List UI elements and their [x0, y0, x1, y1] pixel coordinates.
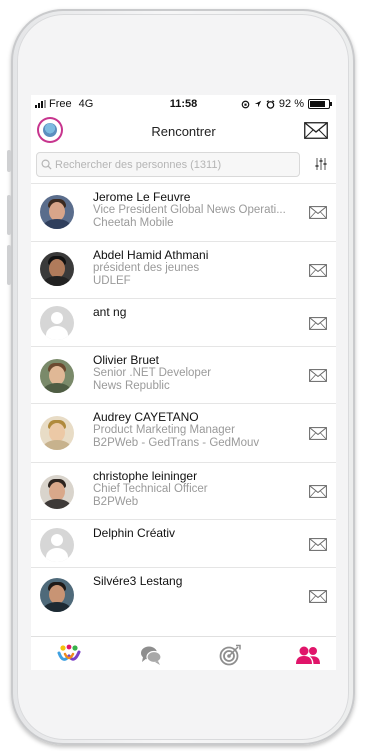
person-text: Delphin Créativ — [93, 527, 303, 540]
filter-sliders-icon[interactable] — [314, 157, 328, 171]
person-name: Olivier Bruet — [93, 354, 160, 367]
person-company: News Republic — [93, 380, 170, 392]
avatar — [40, 195, 74, 229]
person-text: christophe leininger Chief Technical Off… — [93, 470, 303, 509]
list-item[interactable]: Olivier Bruet Senior .NET Developer News… — [31, 346, 336, 403]
person-name: Delphin Créativ — [93, 527, 176, 540]
battery-icon — [308, 99, 332, 109]
app-screen: Free 4G 11:58 92 % Rencontrer Rechercher… — [31, 95, 336, 670]
nav-bar: Rencontrer — [31, 113, 336, 149]
search-icon — [41, 159, 52, 170]
list-item[interactable]: christophe leininger Chief Technical Off… — [31, 462, 336, 519]
person-name: ant ng — [93, 306, 127, 319]
mute-switch — [7, 150, 11, 172]
person-name: Audrey CAYETANO — [93, 411, 199, 424]
person-name: Silvére3 Lestang — [93, 575, 183, 588]
contacts-icon[interactable] — [294, 644, 322, 666]
mail-icon[interactable] — [309, 485, 327, 498]
list-item[interactable]: Silvére3 Lestang — [31, 567, 336, 628]
list-fade — [31, 621, 336, 636]
person-name: Jerome Le Feuvre — [93, 191, 191, 204]
person-company: Cheetah Mobile — [93, 217, 174, 229]
people-logo-icon[interactable] — [57, 644, 81, 666]
location-arrow-icon — [254, 100, 262, 108]
list-item[interactable]: Abdel Hamid Athmani président des jeunes… — [31, 241, 336, 298]
person-company: B2PWeb — [93, 496, 139, 508]
person-title: Product Marketing Manager — [93, 424, 235, 436]
avatar — [40, 528, 74, 562]
person-title: Vice President Global News Operati... — [93, 204, 286, 216]
mail-icon[interactable] — [309, 317, 327, 330]
person-text: ant ng — [93, 306, 303, 319]
rotation-lock-icon — [241, 100, 250, 108]
battery-percent: 92 % — [278, 98, 304, 110]
search-row: Rechercher des personnes (1311) — [31, 151, 336, 181]
mail-icon[interactable] — [309, 427, 327, 440]
person-title: président des jeunes — [93, 262, 200, 274]
person-text: Olivier Bruet Senior .NET Developer News… — [93, 354, 303, 393]
person-company: B2PWeb - GedTrans - GedMouv — [93, 437, 260, 449]
search-placeholder: Rechercher des personnes (1311) — [55, 158, 222, 171]
avatar — [40, 578, 74, 612]
page-title: Rencontrer — [151, 124, 216, 139]
people-list: Jerome Le Feuvre Vice President Global N… — [31, 183, 336, 628]
volume-up-button — [7, 195, 11, 235]
list-item[interactable]: ant ng — [31, 298, 336, 346]
messages-icon[interactable] — [304, 122, 328, 139]
mail-icon[interactable] — [309, 264, 327, 277]
mail-icon[interactable] — [309, 590, 327, 603]
status-bar: Free 4G 11:58 92 % — [31, 95, 336, 113]
search-input[interactable]: Rechercher des personnes (1311) — [36, 152, 300, 177]
avatar — [40, 416, 74, 450]
target-icon[interactable] — [218, 644, 242, 666]
list-item[interactable]: Audrey CAYETANO Product Marketing Manage… — [31, 403, 336, 462]
person-text: Audrey CAYETANO Product Marketing Manage… — [93, 411, 303, 450]
avatar — [40, 359, 74, 393]
avatar — [40, 306, 74, 340]
person-text: Abdel Hamid Athmani président des jeunes… — [93, 249, 303, 288]
avatar — [40, 252, 74, 286]
person-text: Silvére3 Lestang — [93, 575, 303, 588]
avatar — [40, 475, 74, 509]
list-item[interactable]: Jerome Le Feuvre Vice President Global N… — [31, 183, 336, 241]
person-title: Chief Technical Officer — [93, 483, 208, 495]
mail-icon[interactable] — [309, 369, 327, 382]
person-name: christophe leininger — [93, 470, 198, 483]
chat-bubbles-icon[interactable] — [139, 644, 163, 666]
mail-icon[interactable] — [309, 206, 327, 219]
person-company: UDLEF — [93, 275, 131, 287]
list-item[interactable]: Delphin Créativ — [31, 519, 336, 567]
status-right: 92 % — [241, 98, 332, 110]
alarm-icon — [266, 99, 275, 109]
tab-bar — [31, 636, 336, 670]
volume-down-button — [7, 245, 11, 285]
person-name: Abdel Hamid Athmani — [93, 249, 209, 262]
person-text: Jerome Le Feuvre Vice President Global N… — [93, 191, 303, 230]
mail-icon[interactable] — [309, 538, 327, 551]
person-title: Senior .NET Developer — [93, 367, 212, 379]
